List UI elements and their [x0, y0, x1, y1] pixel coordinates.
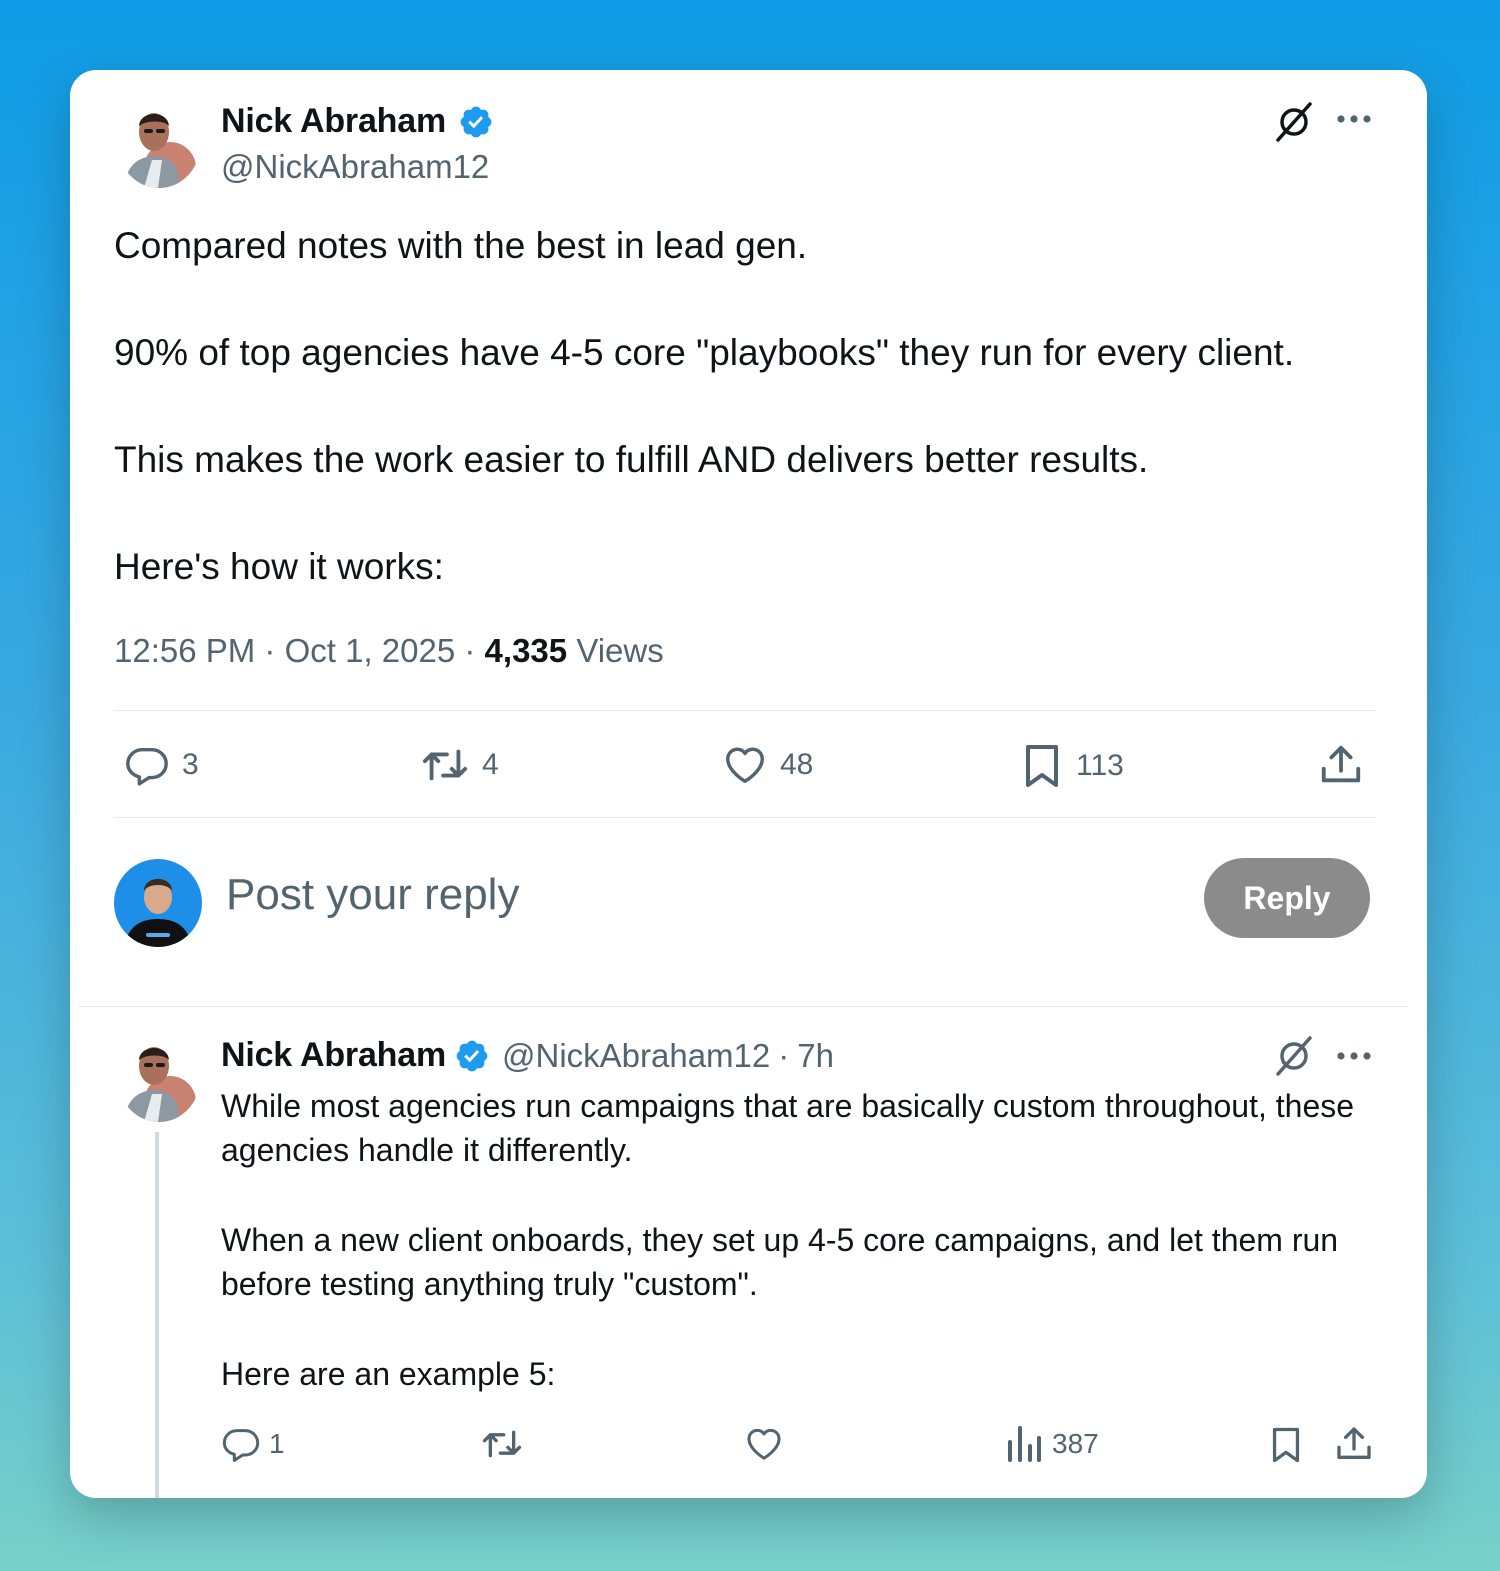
views-label: Views	[576, 632, 664, 669]
repost-icon	[420, 742, 470, 788]
author-handle[interactable]: @NickAbraham12	[221, 148, 489, 186]
meta-separator: ·	[464, 632, 476, 669]
share-action[interactable]	[1318, 742, 1364, 788]
bookmark-icon	[1268, 1424, 1304, 1466]
reply-header: Nick Abraham @NickAbraham12 · 7h	[221, 1036, 834, 1075]
reply-author-handle[interactable]: @NickAbraham12	[502, 1037, 770, 1075]
like-action[interactable]: 48	[722, 742, 813, 788]
grok-icon[interactable]	[1272, 100, 1316, 149]
views-count: 4,335	[484, 632, 568, 669]
more-icon[interactable]	[1336, 1049, 1372, 1068]
author-name[interactable]: Nick Abraham	[221, 102, 446, 141]
reply-input[interactable]: Post your reply	[226, 870, 519, 920]
repost-action[interactable]: 4	[420, 742, 499, 788]
reply-reply-action[interactable]: 1	[221, 1424, 285, 1464]
reply-button[interactable]: Reply	[1204, 858, 1370, 938]
share-icon	[1334, 1424, 1374, 1464]
grok-icon[interactable]	[1272, 1034, 1316, 1083]
meta-separator: ·	[778, 1036, 790, 1074]
bookmark-count: 113	[1076, 749, 1124, 782]
tweet-paragraph: Compared notes with the best in lead gen…	[114, 225, 808, 266]
views-count: 387	[1052, 1428, 1099, 1459]
reply-icon	[124, 742, 170, 788]
repost-icon	[480, 1424, 524, 1464]
divider	[78, 1006, 1408, 1007]
reply-age[interactable]: 7h	[797, 1037, 834, 1075]
tweet-meta: 12:56 PM · Oct 1, 2025 · 4,335 Views	[114, 632, 664, 670]
tweet-time[interactable]: 12:56 PM	[114, 632, 255, 669]
reply-paragraph: When a new client onboards, they set up …	[221, 1222, 1339, 1302]
reply-action[interactable]: 3	[124, 742, 199, 788]
reply-count: 3	[182, 748, 199, 781]
verified-badge-icon	[458, 104, 494, 140]
tweet-paragraph: This makes the work easier to fulfill AN…	[114, 439, 1149, 480]
reply-paragraph: While most agencies run campaigns that a…	[221, 1088, 1355, 1168]
more-icon[interactable]	[1336, 112, 1372, 131]
reply-author-avatar[interactable]	[118, 1036, 200, 1122]
tweet-paragraph: Here's how it works:	[114, 546, 444, 587]
divider	[114, 817, 1376, 818]
reply-views-action[interactable]: 387	[1006, 1424, 1099, 1464]
divider	[114, 710, 1376, 711]
reply-icon	[221, 1424, 261, 1464]
meta-separator: ·	[264, 632, 276, 669]
reply-paragraph: Here are an example 5:	[221, 1356, 556, 1392]
post-card: Nick Abraham @NickAbraham12 Compared not…	[70, 70, 1427, 1498]
tweet-paragraph: 90% of top agencies have 4-5 core "playb…	[114, 332, 1295, 373]
current-user-avatar[interactable]	[114, 859, 202, 947]
author-avatar[interactable]	[118, 102, 200, 188]
views-icon	[1006, 1424, 1042, 1464]
bookmark-icon	[1020, 742, 1064, 790]
like-icon	[744, 1424, 784, 1464]
share-icon	[1318, 742, 1364, 788]
repost-count: 4	[482, 748, 499, 781]
thread-line	[155, 1132, 159, 1498]
reply-count: 1	[269, 1428, 285, 1459]
reply-bookmark-action[interactable]	[1268, 1424, 1304, 1466]
like-icon	[722, 742, 768, 788]
reply-repost-action[interactable]	[480, 1424, 524, 1464]
like-count: 48	[780, 748, 814, 781]
tweet-date[interactable]: Oct 1, 2025	[285, 632, 456, 669]
verified-badge-icon	[454, 1038, 490, 1074]
reply-author-name[interactable]: Nick Abraham	[221, 1036, 446, 1075]
reply-share-action[interactable]	[1334, 1424, 1374, 1464]
bookmark-action[interactable]: 113	[1020, 742, 1124, 790]
reply-like-action[interactable]	[744, 1424, 784, 1464]
